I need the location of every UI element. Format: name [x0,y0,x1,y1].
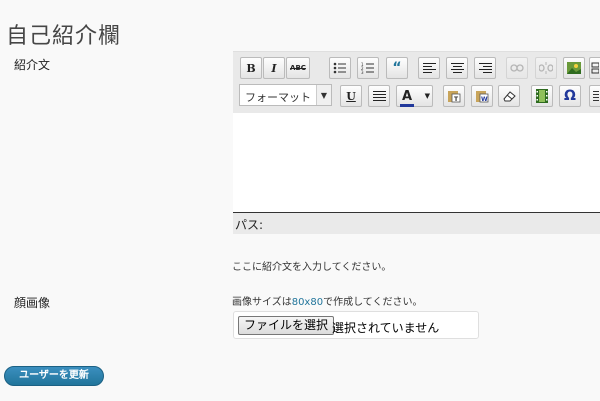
format-select-value: フォーマット [245,91,311,104]
editor-toolbar: B I ABC 123 “ フォーマット ▼ U A ▼ T W Ω [233,51,600,114]
path-label: パス: [235,218,264,232]
bold-icon[interactable]: B [240,57,262,79]
chevron-down-icon: ▼ [424,92,430,100]
avatar-hint-before: 画像サイズは [232,297,292,308]
update-user-button[interactable]: ユーザーを更新 [4,366,104,386]
unlink-icon[interactable] [535,57,557,79]
chevron-down-icon: ▼ [316,85,331,105]
svg-text:3: 3 [361,70,364,75]
special-char-icon[interactable]: Ω [559,85,581,107]
format-select[interactable]: フォーマット ▼ [239,84,332,106]
align-center-icon[interactable] [446,57,468,79]
blockquote-icon[interactable]: “ [386,57,408,79]
strikethrough-icon[interactable]: ABC [286,57,310,79]
svg-text:W: W [481,96,488,103]
file-status: 選択されていません [332,321,440,335]
paste-text-icon[interactable]: T [443,85,465,107]
avatar-label: 顔画像 [14,296,51,310]
rich-text-editor: B I ABC 123 “ フォーマット ▼ U A ▼ T W Ω パス: [233,51,600,234]
avatar-file-field: ファイルを選択 選択されていません [233,311,479,339]
media-icon[interactable] [531,85,553,107]
bullet-list-icon[interactable] [329,57,351,79]
paste-word-icon[interactable]: W [471,85,493,107]
align-left-icon[interactable] [418,57,440,79]
outdent-icon[interactable] [589,85,600,107]
avatar-hint-size: 80x80 [291,297,324,308]
insert-image-icon[interactable] [563,57,585,79]
justify-icon[interactable] [368,85,390,107]
kitchen-sink-icon[interactable] [589,57,600,79]
numbered-list-icon[interactable]: 123 [357,57,379,79]
align-right-icon[interactable] [474,57,496,79]
underline-icon[interactable]: U [340,85,362,107]
link-icon[interactable] [506,57,528,79]
bio-hint: ここに紹介文を入力してください。 [232,262,392,273]
choose-file-button[interactable]: ファイルを選択 [238,316,335,335]
page-title: 自己紹介欄 [6,23,122,49]
bio-label: 紹介文 [14,58,51,72]
avatar-hint-after: で作成してください。 [323,297,423,308]
text-color-icon[interactable]: A ▼ [396,85,433,107]
bio-textarea[interactable] [233,113,600,213]
editor-path-bar: パス: [233,213,600,234]
avatar-hint: 画像サイズは80x80で作成してください。 [232,293,422,308]
remove-format-icon[interactable] [498,85,520,107]
italic-icon[interactable]: I [263,57,285,79]
